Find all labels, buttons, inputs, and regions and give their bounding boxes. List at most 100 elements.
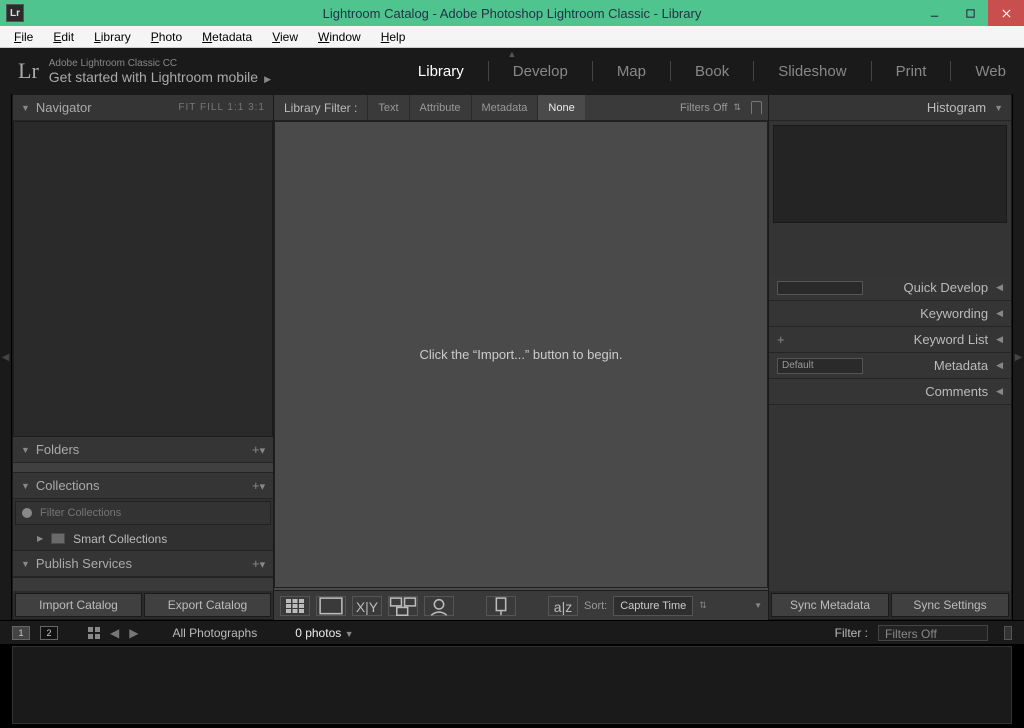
keyword-list-header[interactable]: + Keyword List ◀ [769,327,1011,353]
smart-collection-icon [51,533,65,544]
export-catalog-button[interactable]: Export Catalog [144,593,271,617]
module-library[interactable]: Library [418,63,464,80]
people-view-button[interactable] [424,596,454,616]
chevron-left-icon: ◀ [996,386,1003,397]
histogram-body [773,125,1007,223]
smart-collections-row[interactable]: ▶ Smart Collections [13,527,273,551]
window-minimize-button[interactable] [916,0,952,26]
menu-window[interactable]: Window [308,28,371,46]
module-web[interactable]: Web [975,63,1006,80]
menu-photo[interactable]: Photo [141,28,192,46]
window-maximize-button[interactable] [952,0,988,26]
quick-develop-preset-select[interactable] [777,281,863,295]
filmstrip[interactable] [12,646,1012,724]
filmstrip-info-bar: 1 2 ◀ ▶ All Photographs 0 photos ▼ Filte… [0,620,1024,644]
nav-forward-button[interactable]: ▶ [129,626,138,640]
metadata-title: Metadata [934,358,988,373]
module-print[interactable]: Print [896,63,927,80]
chevron-down-icon: ▼ [994,103,1003,113]
histogram-header[interactable]: Histogram ▼ [769,95,1011,121]
metadata-preset-select[interactable]: Default [777,358,863,374]
lock-icon[interactable] [751,101,762,114]
menu-help[interactable]: Help [371,28,416,46]
comments-title: Comments [925,384,988,399]
filmstrip-filter-select[interactable]: Filters Off [878,625,988,641]
center-toolbar: X|Y a|z Sort: Capture Time ⇅ ▼ [274,590,768,620]
add-keyword-button[interactable]: + [777,332,785,347]
chevron-down-icon: ▼ [21,445,30,455]
folders-volume-bar[interactable] [13,463,273,473]
nav-back-button[interactable]: ◀ [110,626,119,640]
menu-file[interactable]: File [4,28,43,46]
add-publish-button[interactable]: +▾ [252,556,265,571]
import-catalog-button[interactable]: Import Catalog [15,593,142,617]
grid-icon[interactable] [88,627,100,639]
loupe-view-button[interactable] [316,596,346,616]
filter-collections-field[interactable] [15,501,271,525]
filter-lock-icon[interactable] [1004,626,1012,640]
keywording-header[interactable]: Keywording ◀ [769,301,1011,327]
filter-text-tab[interactable]: Text [367,95,408,120]
filter-metadata-tab[interactable]: Metadata [471,95,538,120]
right-panel-filler [769,405,1011,591]
menu-library[interactable]: Library [84,28,141,46]
module-book[interactable]: Book [695,63,729,80]
chevron-right-icon: ▶ [264,74,271,84]
grid-view-button[interactable] [280,596,310,616]
filter-attribute-tab[interactable]: Attribute [409,95,471,120]
module-develop[interactable]: Develop [513,63,568,80]
primary-display-button[interactable]: 1 [12,626,30,640]
source-breadcrumb[interactable]: All Photographs [172,626,257,640]
module-slideshow[interactable]: Slideshow [778,63,846,80]
filter-none-tab[interactable]: None [537,95,584,120]
comments-header[interactable]: Comments ◀ [769,379,1011,405]
svg-text:X|Y: X|Y [356,599,379,615]
publish-title: Publish Services [36,556,246,571]
module-map[interactable]: Map [617,63,646,80]
left-panel: ▼ Navigator FIT FILL 1:1 3:1 ▼ Folders +… [12,94,274,620]
painter-tool-button[interactable] [486,596,516,616]
add-folder-button[interactable]: +▾ [252,442,265,457]
filmstrip-filter-label: Filter : [835,626,868,640]
window-close-button[interactable] [988,0,1024,26]
menu-metadata[interactable]: Metadata [192,28,262,46]
compare-view-button[interactable]: X|Y [352,596,382,616]
left-panel-toggle[interactable]: ◀ [0,94,12,620]
publish-body [13,577,273,591]
publish-header[interactable]: ▼ Publish Services +▾ [13,551,273,577]
chevron-down-icon[interactable]: ▼ [754,601,762,610]
menu-edit[interactable]: Edit [43,28,84,46]
library-filter-bar: Library Filter : Text Attribute Metadata… [274,95,768,121]
filters-off-dropdown[interactable]: Filters Off [680,102,727,114]
chevron-left-icon: ◀ [996,308,1003,319]
keyword-list-title: Keyword List [914,332,988,347]
secondary-display-button[interactable]: 2 [40,626,58,640]
menu-view[interactable]: View [262,28,308,46]
sort-value-dropdown[interactable]: Capture Time [613,596,693,616]
svg-text:a|z: a|z [554,599,572,615]
sort-direction-button[interactable]: a|z [548,596,578,616]
collections-header[interactable]: ▼ Collections +▾ [13,473,273,499]
navigator-zoom-options[interactable]: FIT FILL 1:1 3:1 [178,102,265,113]
search-icon [22,508,32,518]
library-filter-label: Library Filter : [284,101,357,115]
folders-header[interactable]: ▼ Folders +▾ [13,437,273,463]
chevron-right-icon: ▶ [37,534,43,543]
keywording-title: Keywording [920,306,988,321]
survey-view-button[interactable] [388,596,418,616]
right-panel-toggle[interactable]: ▶ [1012,94,1024,620]
identity-plate[interactable]: Lr Adobe Lightroom Classic CC Get starte… [18,58,271,85]
folders-title: Folders [36,442,246,457]
quick-develop-title: Quick Develop [904,280,989,295]
quick-develop-header[interactable]: Quick Develop ◀ [769,275,1011,301]
right-panel-buttons: Sync Metadata Sync Settings [769,591,1011,619]
metadata-header[interactable]: Default Metadata ◀ [769,353,1011,379]
navigator-header[interactable]: ▼ Navigator FIT FILL 1:1 3:1 [13,95,273,121]
chevron-left-icon: ◀ [996,282,1003,293]
add-collection-button[interactable]: +▾ [252,478,265,493]
top-header: ▲ Lr Adobe Lightroom Classic CC Get star… [0,48,1024,94]
sync-settings-button[interactable]: Sync Settings [891,593,1009,617]
logo-sub1: Adobe Lightroom Classic CC [49,58,271,69]
sync-metadata-button[interactable]: Sync Metadata [771,593,889,617]
filter-collections-input[interactable] [38,506,264,520]
